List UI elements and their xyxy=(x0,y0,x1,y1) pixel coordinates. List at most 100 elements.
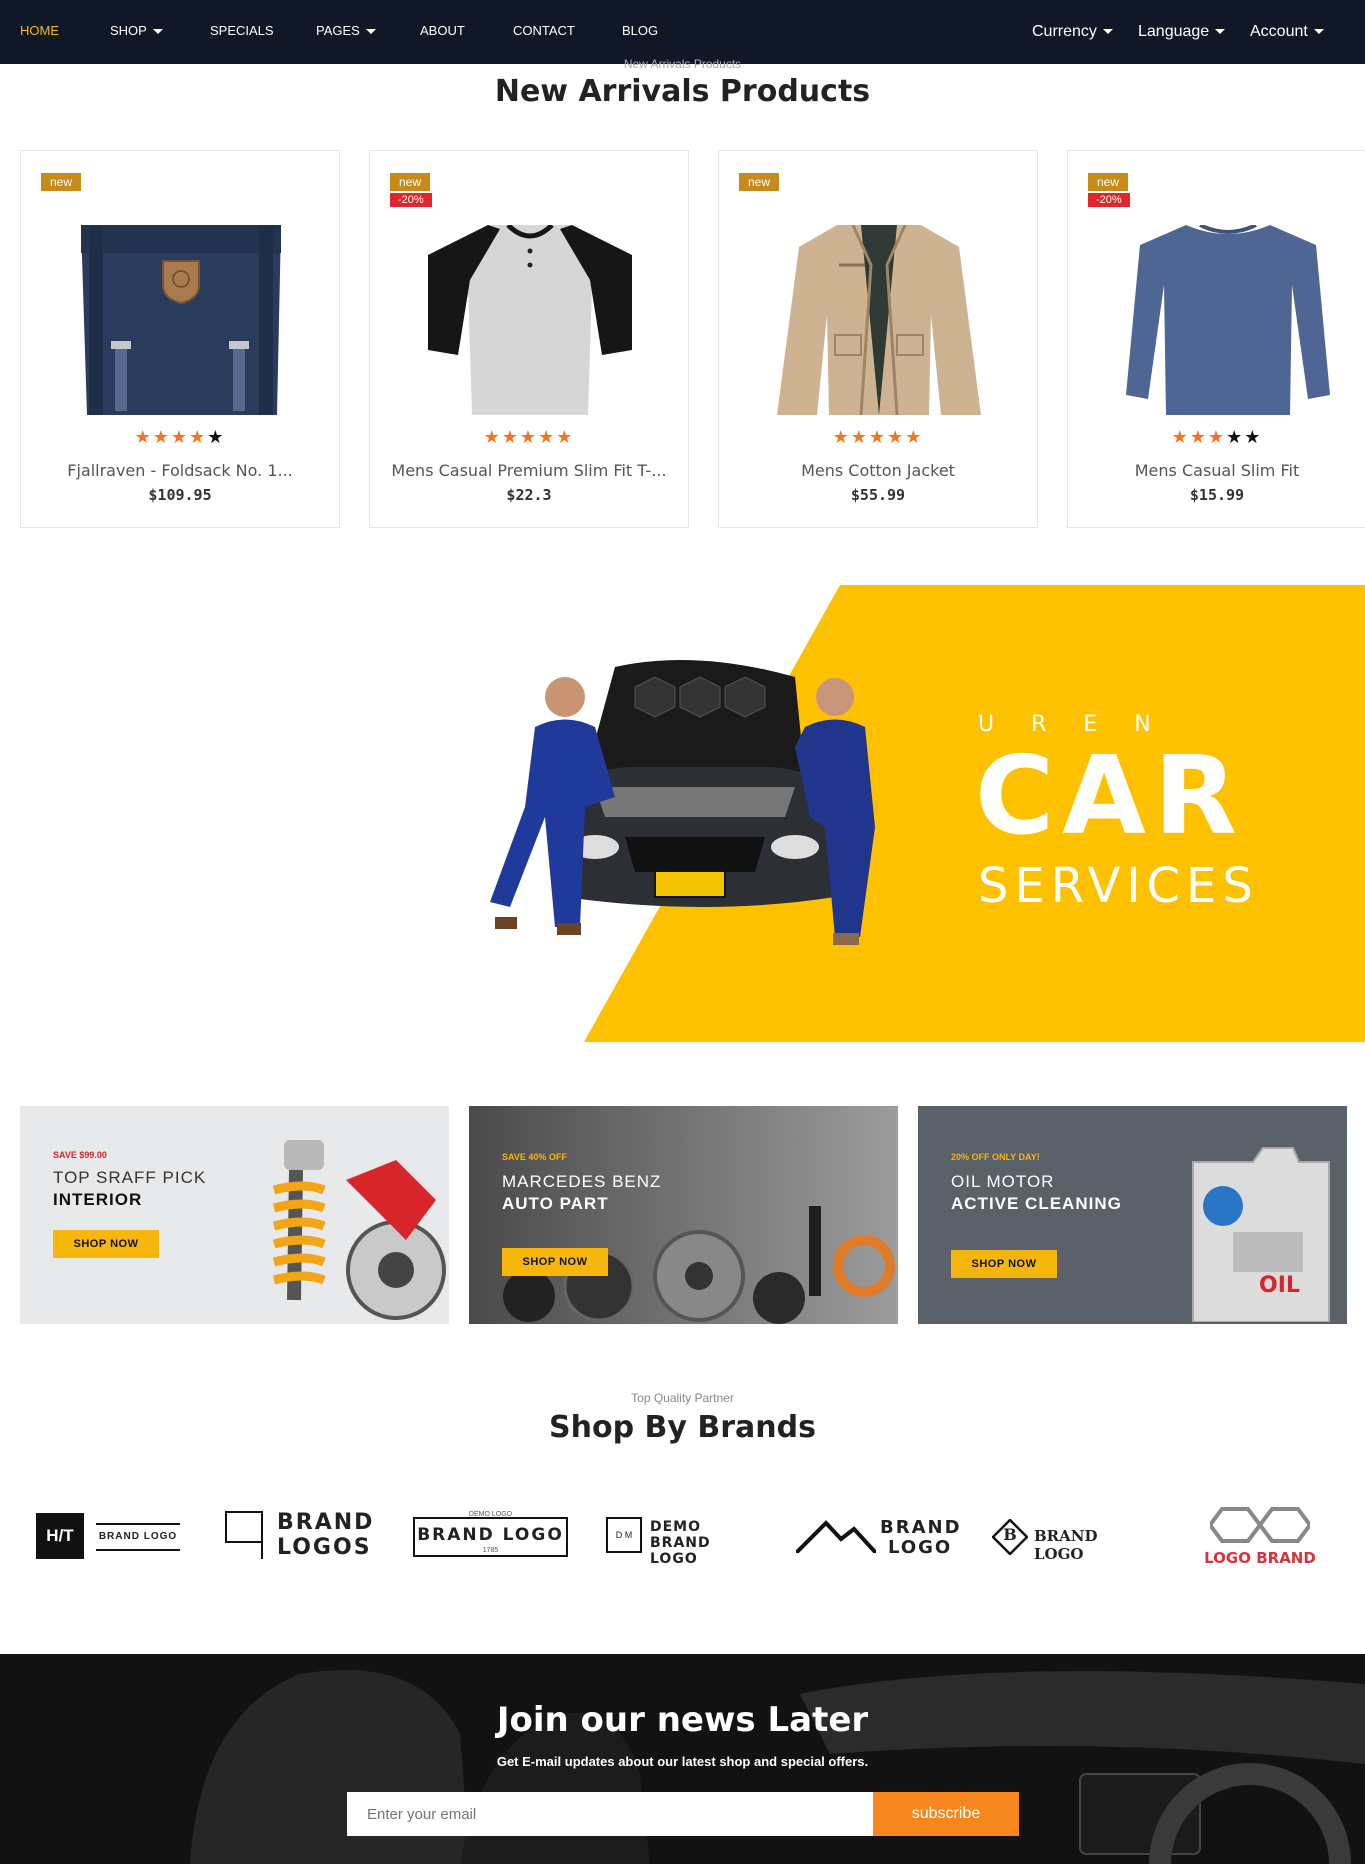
product-card[interactable]: new -20% ★★★★★ Mens Casual Slim Fit $15.… xyxy=(1067,150,1365,528)
banner-line1: OIL MOTOR xyxy=(951,1172,1055,1191)
email-input[interactable] xyxy=(347,1792,873,1836)
brand-text: BRAND xyxy=(277,1510,375,1535)
banner-eyebrow: SAVE 40% OFF xyxy=(502,1152,567,1162)
brand-logo-logos[interactable]: BRAND LOGOS xyxy=(225,1505,375,1565)
star-icon: ★ xyxy=(905,427,924,447)
new-badge: new xyxy=(1088,173,1129,191)
banner-eyebrow: 20% OFF ONLY DAY! xyxy=(951,1152,1040,1162)
rating-stars: ★★★★★ xyxy=(21,427,339,448)
promo-banner-auto-part[interactable]: SAVE 40% OFF MARCEDES BENZ AUTO PART SHO… xyxy=(469,1106,898,1324)
nav-pages[interactable]: PAGES xyxy=(316,23,376,38)
nav-shop-label: SHOP xyxy=(110,23,147,38)
brand-text: BRAND LOGO xyxy=(417,1525,564,1545)
promo-banner-oil-motor[interactable]: OIL 20% OFF ONLY DAY! OIL MOTOR ACTIVE C… xyxy=(918,1106,1347,1324)
new-badge: new xyxy=(390,173,431,191)
product-name[interactable]: Mens Casual Premium Slim Fit T-... xyxy=(370,461,688,480)
nav-about[interactable]: ABOUT xyxy=(420,23,465,38)
star-icon: ★ xyxy=(887,427,906,447)
star-icon: ★ xyxy=(152,427,171,447)
star-icon: ★ xyxy=(134,427,153,447)
product-name[interactable]: Mens Cotton Jacket xyxy=(719,461,1037,480)
sale-badge: -20% xyxy=(1088,193,1130,207)
nav-home[interactable]: HOME xyxy=(20,23,59,38)
top-navbar: HOME SHOP SPECIALS PAGES ABOUT CONTACT B… xyxy=(0,0,1365,64)
chevron-down-icon xyxy=(1102,29,1113,35)
product-image-cotton-jacket xyxy=(777,225,981,415)
star-icon: ★ xyxy=(832,427,851,447)
new-badge: new xyxy=(739,173,780,191)
banner-eyebrow: SAVE $99.00 xyxy=(53,1150,107,1160)
product-price: $15.99 xyxy=(1189,486,1245,504)
product-image-longsleeve xyxy=(1126,225,1330,415)
sale-badge: -20% xyxy=(390,193,432,207)
oil-label-art: OIL xyxy=(1259,1273,1300,1298)
brand-mark: B xyxy=(1003,1525,1017,1544)
car-services-hero[interactable]: UREN CAR SERVICES xyxy=(0,585,1365,1042)
chevron-down-icon xyxy=(152,29,163,35)
nav-contact-label: CONTACT xyxy=(513,23,575,38)
rating-stars: ★★★★★ xyxy=(719,427,1037,448)
product-price: $109.95 xyxy=(148,486,212,504)
star-icon: ★ xyxy=(868,427,888,447)
brand-text: LOGO xyxy=(888,1537,953,1558)
language-label: Language xyxy=(1138,23,1210,40)
product-price: $55.99 xyxy=(850,486,906,504)
product-name[interactable]: Fjallraven - Foldsack No. 1... xyxy=(21,461,339,480)
nav-contact[interactable]: CONTACT xyxy=(513,23,575,38)
star-icon: ★ xyxy=(1226,427,1245,447)
new-arrivals-eyebrow: New Arrivals Products xyxy=(623,57,742,71)
product-price: $22.3 xyxy=(506,486,552,504)
nav-shop[interactable]: SHOP xyxy=(110,23,163,38)
star-icon: ★ xyxy=(850,427,869,447)
product-name[interactable]: Mens Casual Slim Fit xyxy=(1068,461,1365,480)
brand-small-text: DEMO LOGO xyxy=(468,1511,513,1518)
product-image-raglan-tshirt xyxy=(428,225,632,415)
brand-text: BRAND LOGO xyxy=(96,1523,180,1551)
shop-now-button[interactable]: SHOP NOW xyxy=(502,1248,608,1276)
product-card[interactable]: new -20% ★★★★★ Mens Casual Premium Slim … xyxy=(369,150,689,528)
brands-title: Shop By Brands xyxy=(549,1410,816,1445)
brand-logo-mountain[interactable]: BRAND LOGO xyxy=(796,1505,960,1565)
hero-brand-big: CAR xyxy=(975,734,1246,859)
nav-about-label: ABOUT xyxy=(420,23,465,38)
shop-now-button[interactable]: SHOP NOW xyxy=(53,1230,159,1258)
banner-line2: AUTO PART xyxy=(502,1194,609,1213)
subscribe-button[interactable]: subscribe xyxy=(873,1792,1019,1836)
nav-specials[interactable]: SPECIALS xyxy=(210,23,274,38)
promo-banner-interior[interactable]: SAVE $99.00 TOP SRAFF PICK INTERIOR SHOP… xyxy=(20,1106,449,1324)
brand-logo-logo-brand[interactable]: LOGO BRAND xyxy=(1198,1505,1322,1567)
banner-line2: ACTIVE CLEANING xyxy=(951,1194,1122,1213)
brand-mark: H/T xyxy=(36,1513,84,1559)
language-dropdown[interactable]: Language xyxy=(1138,23,1226,41)
newsletter-section: Join our news Later Get E-mail updates a… xyxy=(0,1654,1365,1864)
account-dropdown[interactable]: Account xyxy=(1250,23,1324,41)
product-card[interactable]: new ★★★★★ Mens Cotton Jacket $55.99 xyxy=(718,150,1038,528)
brand-logo-demo[interactable]: DEMO LOGO BRAND LOGO 1785 xyxy=(413,1505,568,1565)
nav-pages-label: PAGES xyxy=(316,23,360,38)
star-icon: ★ xyxy=(538,427,557,447)
star-icon: ★ xyxy=(170,427,190,447)
currency-dropdown[interactable]: Currency xyxy=(1032,23,1113,41)
shop-now-button[interactable]: SHOP NOW xyxy=(951,1250,1057,1278)
brand-square-icon-tail xyxy=(225,1511,263,1559)
brand-text: BRAND xyxy=(880,1517,962,1538)
star-icon: ★ xyxy=(1244,427,1263,447)
brand-text: LOGOS xyxy=(277,1535,372,1560)
brands-eyebrow: Top Quality Partner xyxy=(631,1391,734,1405)
brand-logo-demo-brand[interactable]: D M DEMO BRAND LOGO xyxy=(606,1505,758,1567)
banner-line2: INTERIOR xyxy=(53,1190,143,1209)
new-arrivals-title: New Arrivals Products xyxy=(494,74,871,109)
brand-text: BRAND LOGO xyxy=(650,1535,711,1567)
product-card[interactable]: new ★★★★★ Fjallraven - Foldsack No. 1...… xyxy=(20,150,340,528)
brand-hex-icon xyxy=(1210,1507,1310,1543)
newsletter-title: Join our news Later xyxy=(496,1700,869,1740)
chevron-down-icon xyxy=(1313,29,1324,35)
star-icon: ★ xyxy=(556,427,575,447)
product-image-backpack xyxy=(81,225,281,415)
hero-brand-sub: SERVICES xyxy=(978,858,1259,914)
brand-logo-ht[interactable]: H/T BRAND LOGO xyxy=(36,1505,180,1565)
mountain-icon xyxy=(796,1520,876,1553)
brand-text: BRAND LOGO xyxy=(1034,1527,1098,1563)
nav-blog[interactable]: BLOG xyxy=(622,23,658,38)
brand-logo-b[interactable]: B BRAND LOGO xyxy=(990,1505,1145,1565)
